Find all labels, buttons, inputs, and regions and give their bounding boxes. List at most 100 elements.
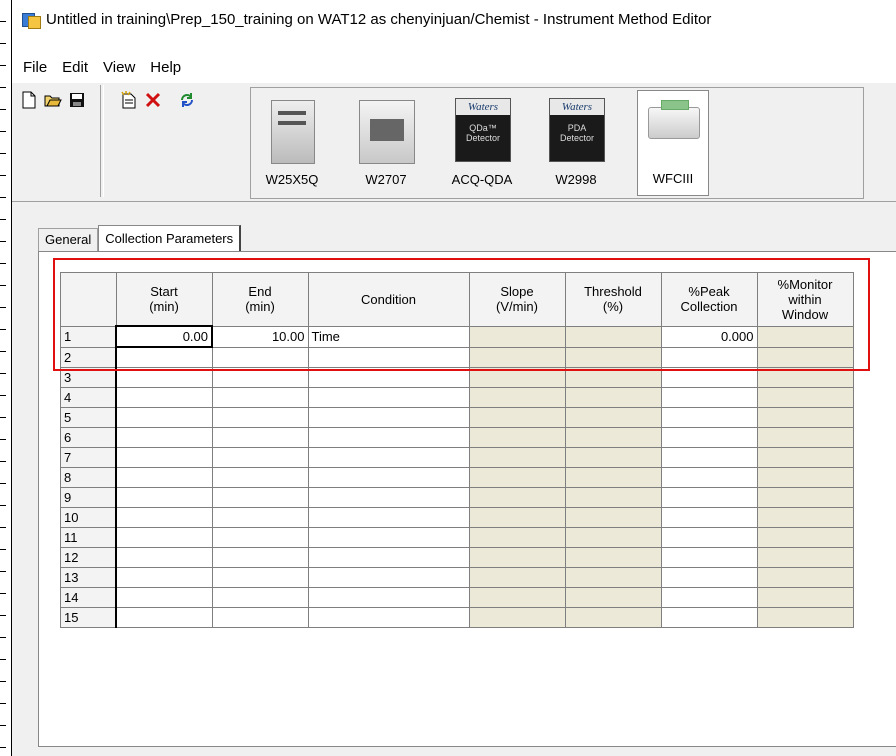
tab-general[interactable]: General [38,228,99,251]
start-cell[interactable] [115,507,213,528]
condition-cell[interactable] [307,587,470,608]
menu-file[interactable]: File [22,59,48,76]
condition-cell[interactable] [307,507,470,528]
instrument-label: W25X5Q [265,172,319,187]
condition-cell[interactable] [307,467,470,488]
condition-cell[interactable] [307,447,470,468]
monitor-window-cell [756,346,854,368]
waters-logo: Waters [550,99,604,115]
peak-collection-cell[interactable] [660,547,758,568]
condition-cell[interactable]: Time [307,325,470,348]
peak-collection-cell[interactable] [660,607,758,628]
qda-detector-icon: Waters QDa™ Detector [451,94,513,166]
condition-cell[interactable] [307,547,470,568]
start-cell[interactable] [115,367,213,388]
condition-cell[interactable] [307,567,470,588]
peak-collection-cell[interactable] [660,407,758,428]
condition-cell[interactable] [307,527,470,548]
slope-cell [468,346,566,368]
start-cell[interactable] [115,447,213,468]
monitor-window-cell [756,527,854,548]
start-cell[interactable] [115,487,213,508]
end-cell[interactable] [211,507,309,528]
menu-edit[interactable]: Edit [61,59,89,76]
start-cell[interactable] [115,346,213,368]
peak-collection-cell[interactable] [660,587,758,608]
peak-collection-cell[interactable] [660,346,758,368]
end-header: End (min) [211,272,309,327]
save-icon[interactable] [66,89,88,111]
peak-collection-cell[interactable] [660,467,758,488]
peak-collection-cell[interactable] [660,447,758,468]
end-cell[interactable] [211,387,309,408]
condition-cell[interactable] [307,407,470,428]
end-cell[interactable]: 10.00 [211,325,309,348]
peak-collection-cell[interactable] [660,487,758,508]
slope-header: Slope (V/min) [468,272,566,327]
peak-collection-header: %Peak Collection [660,272,758,327]
table-row: 9 [60,487,854,508]
table-row: 5 [60,407,854,428]
table-row: 7 [60,447,854,468]
end-cell[interactable] [211,467,309,488]
instrument-acq-qda[interactable]: Waters QDa™ Detector ACQ-QDA [447,92,517,190]
instrument-w2707[interactable]: W2707 [351,92,421,190]
slope-cell [468,325,566,348]
row-number-cell: 2 [60,346,117,368]
menu-help[interactable]: Help [149,59,182,76]
instrument-w2998[interactable]: Waters PDA Detector W2998 [541,92,611,190]
start-cell[interactable] [115,587,213,608]
end-cell[interactable] [211,587,309,608]
condition-cell[interactable] [307,387,470,408]
table-row: 11 [60,527,854,548]
end-cell[interactable] [211,367,309,388]
open-folder-icon[interactable] [42,89,64,111]
condition-cell[interactable] [307,367,470,388]
peak-collection-cell[interactable]: 0.000 [660,325,758,348]
peak-collection-cell[interactable] [660,427,758,448]
monitor-window-header: %Monitor within Window [756,272,854,327]
instrument-wfciii[interactable]: WFCIII [637,90,709,196]
start-cell[interactable] [115,547,213,568]
condition-cell[interactable] [307,427,470,448]
instrument-method-editor-icon [22,11,41,29]
peak-collection-cell[interactable] [660,527,758,548]
start-cell[interactable] [115,527,213,548]
peak-collection-cell[interactable] [660,387,758,408]
start-cell[interactable] [115,567,213,588]
end-cell[interactable] [211,447,309,468]
end-cell[interactable] [211,547,309,568]
end-cell[interactable] [211,346,309,368]
peak-collection-cell[interactable] [660,507,758,528]
start-cell[interactable] [115,467,213,488]
tab-collection-parameters[interactable]: Collection Parameters [98,225,242,251]
instrument-w25x5q[interactable]: W25X5Q [257,92,327,190]
end-cell[interactable] [211,487,309,508]
threshold-cell [564,325,662,348]
delete-icon[interactable] [142,89,164,111]
condition-header: Condition [307,272,470,327]
start-cell[interactable] [115,407,213,428]
refresh-icon[interactable] [176,89,198,111]
menu-view[interactable]: View [102,59,136,76]
new-file-icon[interactable] [18,89,40,111]
start-cell[interactable]: 0.00 [115,325,213,348]
condition-cell[interactable] [307,487,470,508]
slope-cell [468,487,566,508]
end-cell[interactable] [211,607,309,628]
start-cell[interactable] [115,387,213,408]
start-cell[interactable] [115,607,213,628]
threshold-cell [564,447,662,468]
start-cell[interactable] [115,427,213,448]
monitor-window-cell [756,547,854,568]
end-cell[interactable] [211,407,309,428]
end-cell[interactable] [211,567,309,588]
condition-cell[interactable] [307,607,470,628]
peak-collection-cell[interactable] [660,367,758,388]
peak-collection-cell[interactable] [660,567,758,588]
end-cell[interactable] [211,427,309,448]
new-document-icon[interactable] [118,89,140,111]
monitor-window-cell [756,447,854,468]
end-cell[interactable] [211,527,309,548]
condition-cell[interactable] [307,346,470,368]
